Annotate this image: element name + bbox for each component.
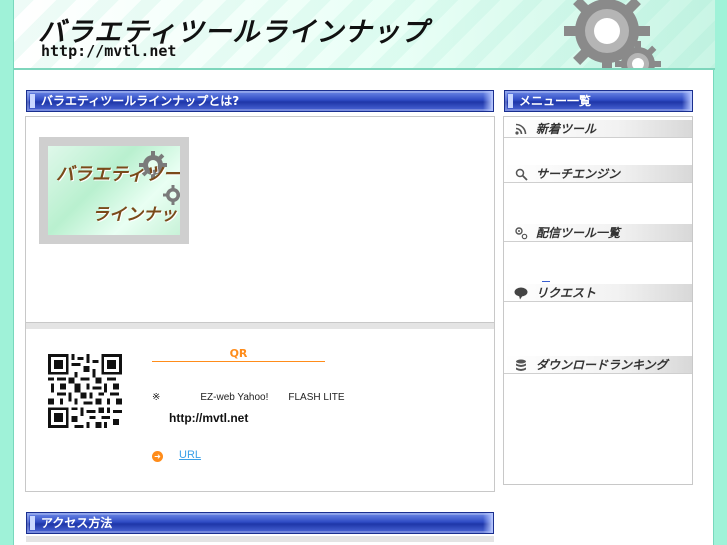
site-url[interactable]: http://mvtl.net [41, 42, 176, 60]
gear-icon [514, 225, 528, 241]
search-icon [514, 166, 528, 182]
menu-item-search-engine[interactable]: サーチエンジン [504, 165, 692, 183]
logo-banner[interactable]: バラエティツール ラインナップ [39, 137, 189, 244]
qr-note: ※ EZ-web Yahoo! FLASH LITE [152, 392, 345, 403]
menu-item-label: ダウンロードランキング [536, 358, 668, 372]
qr-box: QR ※ EZ-web Yahoo! FLASH LITE http://mvt… [25, 322, 495, 492]
gear-small-icon [615, 41, 661, 68]
access-heading-bar: アクセス方法 [26, 512, 494, 534]
arrow-right-icon: ➜ [152, 451, 163, 462]
qr-code-image [48, 354, 122, 428]
menu-heading: メニュー一覧 [519, 94, 592, 108]
menu-item-download-ranking[interactable]: ダウンロードランキング [504, 356, 692, 374]
menu-item-label: リクエスト [536, 286, 597, 300]
menu-item-request[interactable]: リクエスト [504, 284, 692, 302]
site-header: バラエティツールラインナップ http://mvtl.net [14, 0, 715, 70]
menu-heading-bar: メニュー一覧 [504, 90, 693, 112]
menu-item-tool-list[interactable]: 配信ツール一覧 [504, 224, 692, 242]
url-link[interactable]: URL [172, 449, 208, 461]
page-container: バラエティツールラインナップ http://mvtl.net バラエティツールラ… [13, 0, 715, 545]
menu-item-label: 新着ツール [536, 122, 597, 136]
dash-link[interactable] [542, 278, 550, 282]
database-icon [514, 357, 528, 373]
about-heading-bar: バラエティツールラインナップとは? [26, 90, 494, 112]
menu-item-new-tools[interactable]: 新着ツール [504, 120, 692, 138]
qr-url: http://mvtl.net [169, 411, 249, 425]
about-box: バラエティツール ラインナップ [25, 116, 495, 324]
access-divider [26, 536, 494, 542]
menu-item-label: サーチエンジン [536, 167, 621, 181]
menu-box: 新着ツール サーチエンジン 配信ツール一覧 リクエスト ダウンロードランキング [503, 116, 693, 485]
about-heading: バラエティツールラインナップとは? [41, 94, 240, 108]
menu-item-label: 配信ツール一覧 [536, 226, 621, 240]
speech-bubble-icon [514, 285, 528, 301]
logo-text-line1: バラエティツール [56, 164, 180, 185]
logo-text-line2: ラインナップ [92, 205, 180, 225]
access-heading: アクセス方法 [41, 516, 113, 530]
qr-title: QR [152, 347, 325, 362]
rss-icon [514, 121, 528, 137]
section-divider [26, 323, 494, 329]
